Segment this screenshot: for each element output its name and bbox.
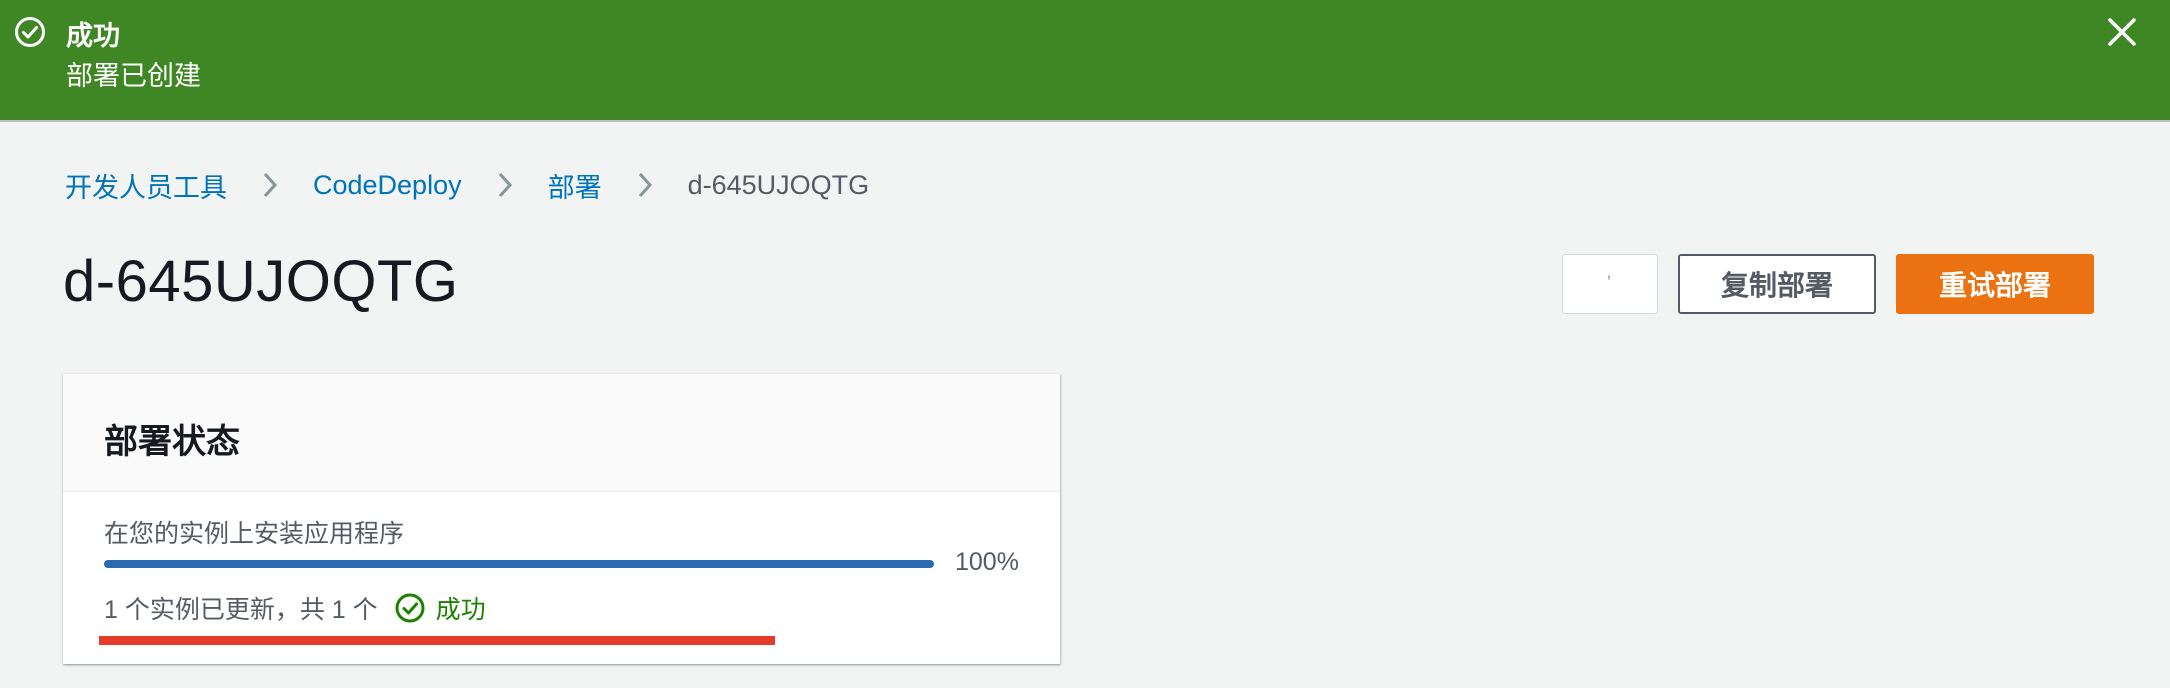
progress-bar-fill bbox=[104, 560, 934, 568]
retry-deployment-button[interactable]: 重试部署 bbox=[1896, 254, 2094, 314]
instance-summary-text: 1 个实例已更新，共 1 个 bbox=[104, 596, 378, 624]
success-flash-banner: 成功 部署已创建 bbox=[0, 0, 2170, 122]
chevron-right-icon bbox=[247, 169, 293, 201]
annotation-underline bbox=[99, 636, 775, 645]
panel-header: 部署状态 bbox=[63, 374, 1060, 492]
check-circle-icon bbox=[395, 593, 425, 623]
breadcrumb-item-codedeploy[interactable]: CodeDeploy bbox=[313, 170, 462, 201]
breadcrumb-item-deployments[interactable]: 部署 bbox=[548, 166, 602, 205]
panel-heading: 部署状态 bbox=[104, 423, 240, 461]
deployment-status-panel: 部署状态 在您的实例上安装应用程序 100% 1 个实例已更新，共 1 个 成功 bbox=[63, 374, 1060, 664]
small-button-label: ʼ bbox=[1607, 273, 1611, 293]
close-icon[interactable] bbox=[2104, 14, 2140, 50]
breadcrumb: 开发人员工具 CodeDeploy 部署 d-645UJOQTG bbox=[65, 165, 869, 205]
flash-message: 部署已创建 bbox=[66, 61, 201, 91]
instance-summary: 1 个实例已更新，共 1 个 成功 bbox=[104, 588, 486, 628]
chevron-right-icon bbox=[622, 169, 668, 201]
status-badge: 成功 bbox=[394, 590, 486, 626]
status-text: 成功 bbox=[435, 596, 486, 624]
stop-deployment-button[interactable]: ʼ bbox=[1562, 254, 1658, 314]
page-title: d-645UJOQTG bbox=[63, 249, 459, 314]
progress-bar bbox=[104, 560, 934, 568]
step-label: 在您的实例上安装应用程序 bbox=[104, 520, 405, 548]
breadcrumb-item-current: d-645UJOQTG bbox=[687, 169, 870, 200]
progress-percent: 100% bbox=[955, 548, 1019, 576]
chevron-right-icon bbox=[482, 169, 528, 201]
check-circle-icon bbox=[15, 17, 45, 47]
breadcrumb-item-developer-tools[interactable]: 开发人员工具 bbox=[65, 166, 227, 205]
copy-deployment-button[interactable]: 复制部署 bbox=[1678, 254, 1876, 314]
flash-title: 成功 bbox=[66, 21, 120, 51]
